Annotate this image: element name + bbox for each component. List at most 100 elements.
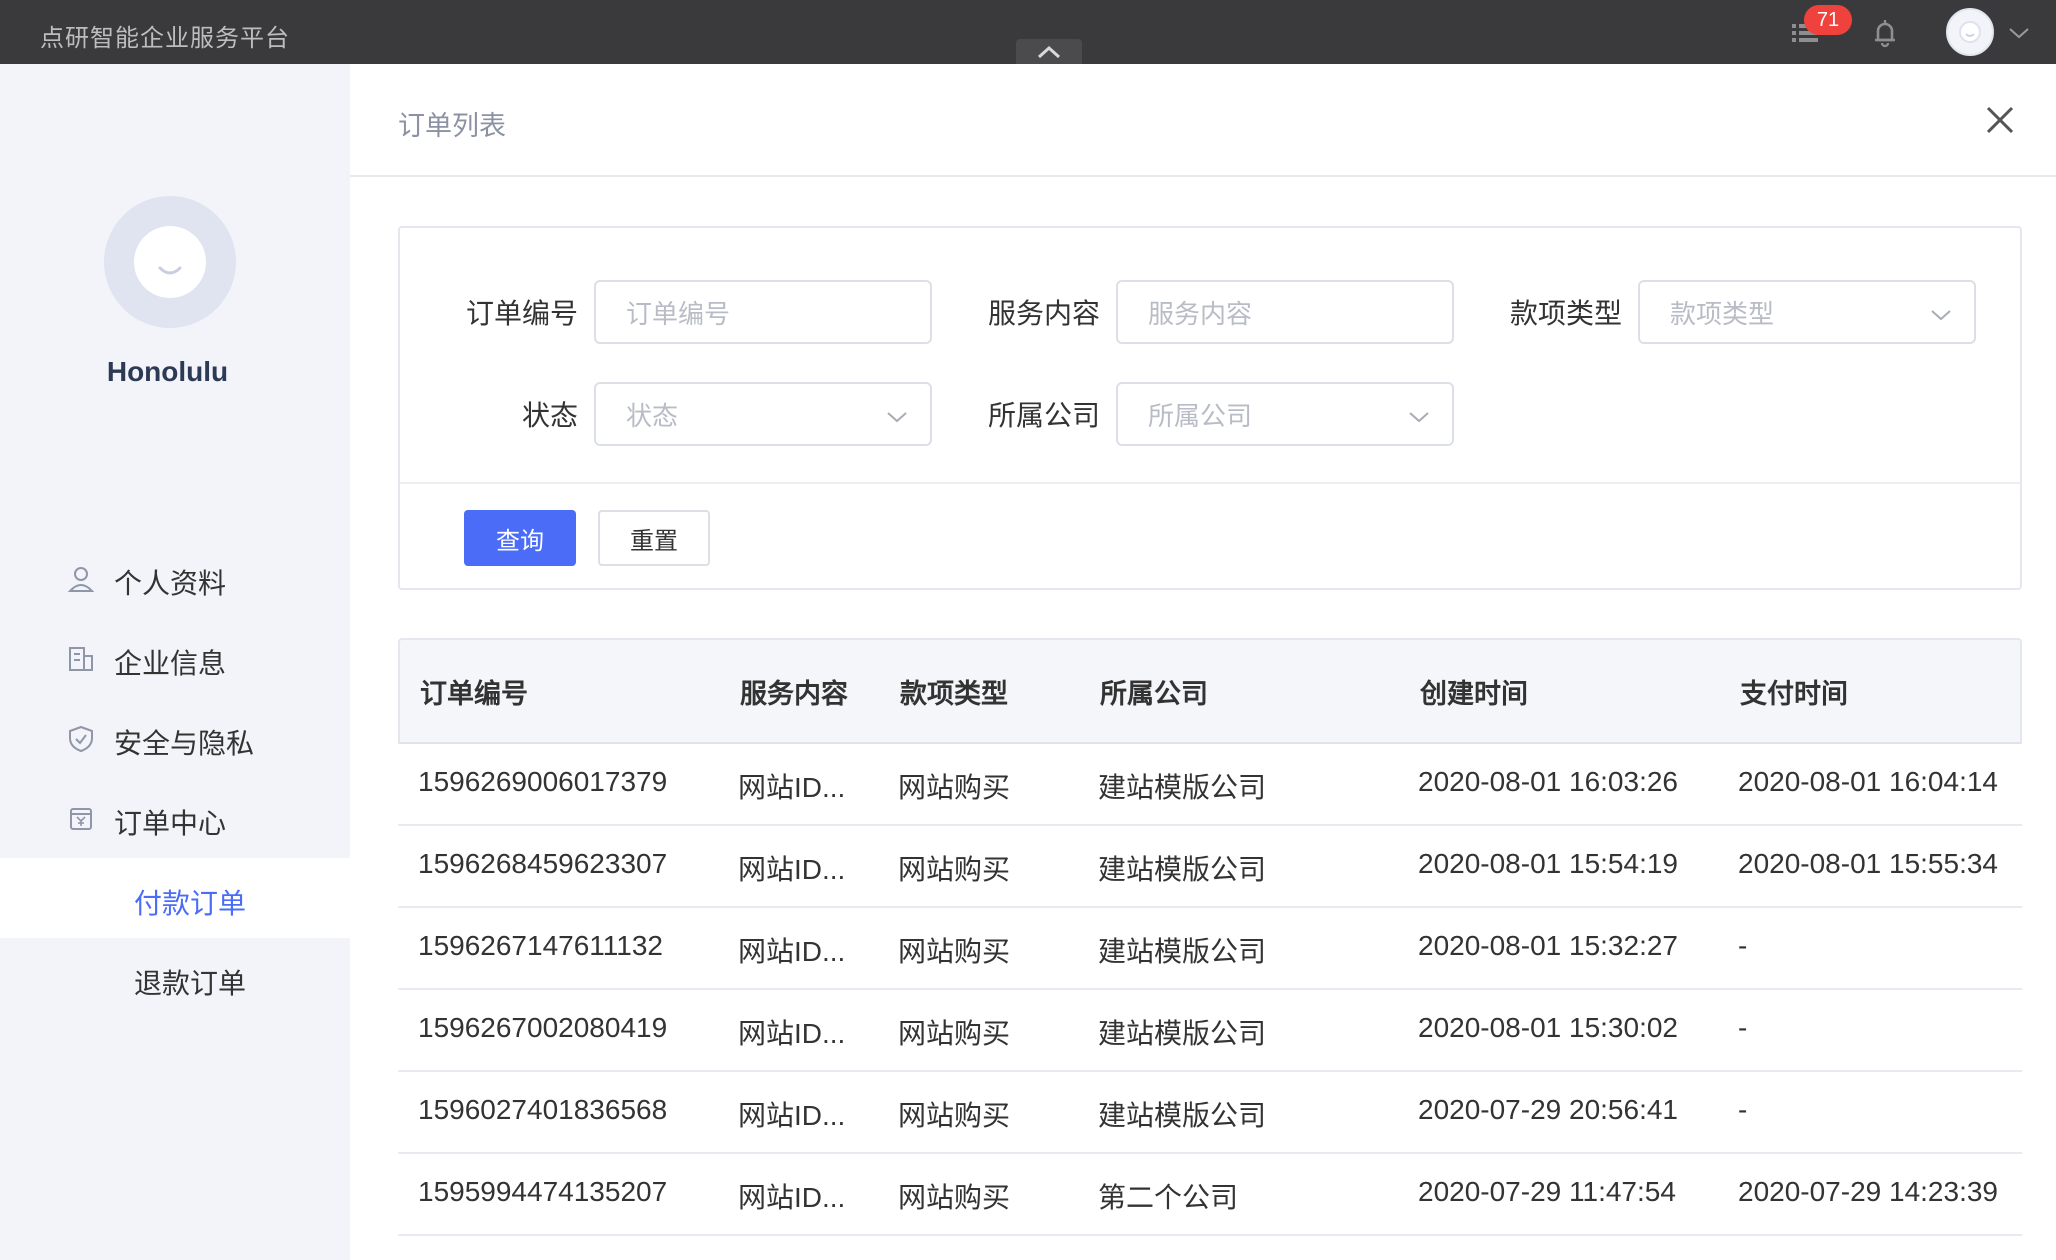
cell-paid-at: 2020-07-29 14:23:39: [1738, 1176, 1998, 1207]
avatar-face-icon: [1959, 21, 1981, 43]
bell-icon: [1875, 20, 1895, 48]
payment-type-select[interactable]: 款项类型: [1638, 280, 1976, 344]
sidebar-item-company[interactable]: 企业信息: [0, 618, 350, 698]
cell-payment-type: 网站购买: [898, 1182, 1011, 1213]
sidebar-item-orders[interactable]: 订单中心: [0, 778, 350, 858]
sidebar-item-profile[interactable]: 个人资料: [0, 538, 350, 618]
status-label: 状态: [521, 400, 578, 431]
cell-order-no: 1596268459623307: [418, 848, 668, 879]
notifications-button[interactable]: [1866, 14, 1904, 52]
cell-payment-type: 网站购买: [898, 1100, 1011, 1131]
sidebar-item-label: 个人资料: [114, 568, 227, 599]
column-header-payment-type: 款项类型: [900, 679, 1008, 709]
cell-service: 网站ID...: [738, 1182, 846, 1213]
reset-button[interactable]: 重置: [598, 510, 710, 566]
cell-company: 建站模版公司: [1098, 936, 1267, 967]
cell-order-no: 1596267002080419: [418, 1012, 668, 1043]
yen-card-icon: [66, 804, 96, 834]
page-title: 订单列表: [398, 111, 506, 141]
column-header-paid-at: 支付时间: [1740, 679, 1848, 709]
service-input[interactable]: 服务内容: [1116, 280, 1454, 344]
sidebar-subitem-payment-orders[interactable]: 付款订单: [0, 858, 350, 938]
shield-icon: [66, 724, 96, 754]
table-row[interactable]: 1595994474135207 网站ID... 网站购买 第二个公司 2020…: [398, 1154, 2022, 1236]
order-no-placeholder: 订单编号: [626, 298, 731, 329]
cell-paid-at: -: [1738, 930, 1748, 961]
cell-paid-at: -: [1738, 1012, 1748, 1043]
status-placeholder: 状态: [626, 400, 679, 431]
chevron-down-icon: [1931, 310, 1951, 321]
payment-type-label: 款项类型: [1509, 298, 1622, 329]
service-label: 服务内容: [987, 298, 1100, 329]
avatar-face-icon: [134, 226, 206, 298]
cell-order-no: 1596027401836568: [418, 1094, 668, 1125]
cell-created-at: 2020-08-01 16:03:26: [1418, 766, 1678, 797]
cell-created-at: 2020-08-01 15:30:02: [1418, 1012, 1678, 1043]
filter-panel: 订单编号 订单编号 服务内容 服务内容 款项类型 款项类型 状态 状态 所属公司…: [398, 226, 2022, 590]
notification-badge: 71: [1804, 5, 1852, 35]
status-select[interactable]: 状态: [594, 382, 932, 446]
cell-service: 网站ID...: [738, 1018, 846, 1049]
top-bar: 点研智能企业服务平台 71: [0, 0, 2056, 64]
user-icon: [66, 564, 96, 594]
table-row[interactable]: 1596027401836568 网站ID... 网站购买 建站模版公司 202…: [398, 1072, 2022, 1154]
cell-service: 网站ID...: [738, 936, 846, 967]
table-row[interactable]: 1596269006017379 网站ID... 网站购买 建站模版公司 202…: [398, 744, 2022, 826]
column-header-service: 服务内容: [740, 679, 848, 709]
cell-company: 建站模版公司: [1098, 1018, 1267, 1049]
column-header-created-at: 创建时间: [1420, 679, 1528, 709]
table-row[interactable]: 1596267002080419 网站ID... 网站购买 建站模版公司 202…: [398, 990, 2022, 1072]
user-name: Honolulu: [106, 356, 229, 387]
column-header-company: 所属公司: [1100, 679, 1208, 709]
content-header: 订单列表: [350, 64, 2056, 177]
table-row[interactable]: 1596268459623307 网站ID... 网站购买 建站模版公司 202…: [398, 826, 2022, 908]
company-select[interactable]: 所属公司: [1116, 382, 1454, 446]
user-avatar: [104, 196, 236, 328]
close-button[interactable]: [1980, 100, 2020, 140]
sidebar-subitem-label: 退款订单: [134, 968, 247, 999]
close-icon: [1986, 106, 2014, 134]
sidebar-item-label: 安全与隐私: [114, 728, 255, 759]
query-button[interactable]: 查询: [464, 510, 576, 566]
chevron-down-icon: [1409, 412, 1429, 423]
user-avatar-button[interactable]: [1946, 8, 1994, 56]
cell-payment-type: 网站购买: [898, 772, 1011, 803]
cell-order-no: 1596269006017379: [418, 766, 668, 797]
order-no-input[interactable]: 订单编号: [594, 280, 932, 344]
sidebar-subitem-label: 付款订单: [134, 888, 247, 919]
cell-paid-at: 2020-08-01 16:04:14: [1738, 766, 1998, 797]
sidebar-item-label: 企业信息: [114, 648, 227, 679]
company-placeholder: 所属公司: [1148, 400, 1253, 431]
table-row[interactable]: 1596267147611132 网站ID... 网站购买 建站模版公司 202…: [398, 908, 2022, 990]
order-no-label: 订单编号: [465, 298, 578, 329]
cell-created-at: 2020-08-01 15:54:19: [1418, 848, 1678, 879]
payment-type-placeholder: 款项类型: [1670, 298, 1775, 329]
sidebar-item-security[interactable]: 安全与隐私: [0, 698, 350, 778]
company-label: 所属公司: [987, 400, 1100, 431]
cell-service: 网站ID...: [738, 854, 846, 885]
chevron-down-icon: [2009, 28, 2029, 39]
column-header-order-no: 订单编号: [420, 679, 528, 709]
user-menu-dropdown[interactable]: [2000, 14, 2038, 52]
cell-order-no: 1596267147611132: [418, 930, 663, 961]
cell-paid-at: 2020-08-01 15:55:34: [1738, 848, 1998, 879]
cell-company: 第二个公司: [1098, 1182, 1239, 1213]
cell-payment-type: 网站购买: [898, 1018, 1011, 1049]
cell-company: 建站模版公司: [1098, 1100, 1267, 1131]
cell-created-at: 2020-07-29 11:47:54: [1418, 1176, 1676, 1207]
app-title: 点研智能企业服务平台: [40, 25, 290, 52]
table-header: 订单编号 服务内容 款项类型 所属公司 创建时间 支付时间: [398, 638, 2022, 744]
service-placeholder: 服务内容: [1148, 298, 1253, 329]
sidebar-subitem-refund-orders[interactable]: 退款订单: [0, 938, 350, 1018]
panel-divider: [400, 482, 2020, 484]
collapse-header-button[interactable]: [1016, 39, 1082, 64]
chevron-down-icon: [887, 412, 907, 423]
cell-payment-type: 网站购买: [898, 854, 1011, 885]
chevron-up-icon: [1037, 45, 1061, 58]
cell-created-at: 2020-08-01 15:32:27: [1418, 930, 1678, 961]
cell-order-no: 1595994474135207: [418, 1176, 668, 1207]
cell-created-at: 2020-07-29 20:56:41: [1418, 1094, 1678, 1125]
sidebar-item-label: 订单中心: [114, 808, 227, 839]
cell-service: 网站ID...: [738, 1100, 846, 1131]
sidebar: Honolulu 个人资料 企业信息 安全与隐私 订单中心 付款订单 退款订单: [0, 64, 350, 1260]
